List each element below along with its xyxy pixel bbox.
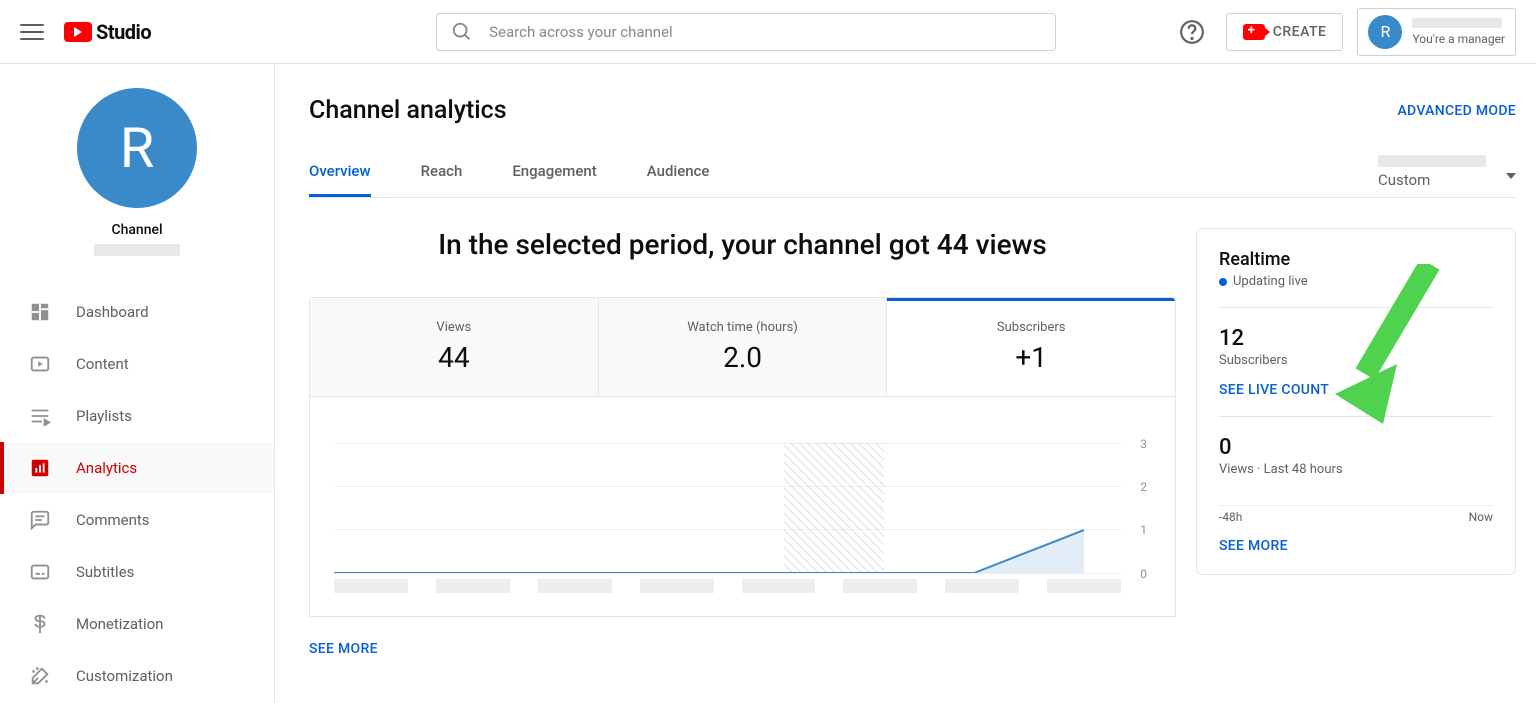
search-placeholder: Search across your channel	[489, 23, 673, 41]
sidebar-item-subtitles[interactable]: Subtitles	[0, 546, 274, 598]
sidebar-item-playlists[interactable]: Playlists	[0, 390, 274, 442]
sidebar-item-analytics[interactable]: Analytics	[0, 442, 274, 494]
analytics-tabs: Overview Reach Engagement Audience	[309, 162, 709, 197]
avatar: R	[1368, 15, 1402, 49]
tab-engagement[interactable]: Engagement	[512, 162, 596, 197]
see-more-link[interactable]: SEE MORE	[309, 641, 378, 657]
metric-subscribers[interactable]: Subscribers +1	[887, 298, 1175, 396]
ytick: 2	[1140, 480, 1147, 494]
studio-logo[interactable]: Studio	[64, 20, 151, 44]
date-range-picker[interactable]: Custom	[1378, 155, 1516, 197]
advanced-mode-link[interactable]: ADVANCED MODE	[1397, 103, 1516, 119]
chart-x-labels	[334, 579, 1121, 593]
create-button[interactable]: CREATE	[1226, 13, 1344, 51]
sidebar-item-content[interactable]: Content	[0, 338, 274, 390]
manager-label: You're a manager	[1412, 32, 1505, 46]
sidebar-item-customization[interactable]: Customization	[0, 650, 274, 702]
analytics-icon	[28, 456, 52, 480]
search-input[interactable]: Search across your channel	[436, 13, 1056, 51]
dashboard-icon	[28, 300, 52, 324]
sidebar-item-label: Dashboard	[76, 303, 149, 321]
realtime-sparkline: -48h Now	[1219, 505, 1493, 524]
account-name-redacted	[1412, 18, 1502, 28]
ytick: 3	[1140, 437, 1147, 451]
tab-reach[interactable]: Reach	[421, 162, 463, 197]
sidebar-item-dashboard[interactable]: Dashboard	[0, 286, 274, 338]
app-header: Studio Search across your channel CREATE…	[0, 0, 1536, 64]
youtube-icon	[64, 22, 92, 42]
tab-audience[interactable]: Audience	[647, 162, 710, 197]
ytick: 1	[1140, 523, 1147, 537]
main-content: Channel analytics ADVANCED MODE Overview…	[275, 64, 1536, 703]
subtitles-icon	[28, 560, 52, 584]
sidebar-item-label: Monetization	[76, 615, 163, 633]
sidebar-item-label: Subtitles	[76, 563, 134, 581]
logo-text: Studio	[96, 20, 151, 44]
realtime-title: Realtime	[1219, 249, 1493, 270]
metric-value: 44	[310, 341, 598, 374]
metric-cards: Views 44 Watch time (hours) 2.0 Subscrib…	[309, 297, 1176, 397]
chart-line	[334, 443, 1084, 573]
create-label: CREATE	[1273, 24, 1327, 40]
channel-label: Channel	[0, 222, 274, 238]
metric-label: Subscribers	[887, 320, 1175, 335]
help-icon[interactable]	[1172, 12, 1212, 52]
metric-value: 2.0	[599, 341, 887, 374]
sidebar-item-label: Playlists	[76, 407, 132, 425]
playlists-icon	[28, 404, 52, 428]
date-range-label: Custom	[1378, 171, 1430, 189]
spark-start: -48h	[1219, 510, 1242, 524]
realtime-updating: Updating live	[1219, 274, 1493, 289]
metric-value: +1	[887, 341, 1175, 374]
customization-icon	[28, 664, 52, 688]
date-range-redacted	[1378, 155, 1486, 167]
live-dot-icon	[1219, 278, 1227, 286]
channel-name-redacted	[94, 244, 180, 256]
page-title: Channel analytics	[309, 96, 507, 125]
metric-label: Watch time (hours)	[599, 320, 887, 335]
account-switcher[interactable]: R You're a manager	[1357, 8, 1516, 56]
overview-headline: In the selected period, your channel got…	[309, 228, 1176, 261]
realtime-card: Realtime Updating live 12 Subscribers SE…	[1196, 228, 1516, 575]
tab-overview[interactable]: Overview	[309, 162, 371, 197]
sidebar-item-label: Analytics	[76, 459, 137, 477]
sidebar-item-monetization[interactable]: Monetization	[0, 598, 274, 650]
sidebar-item-label: Comments	[76, 511, 150, 529]
channel-avatar[interactable]: R	[77, 88, 197, 208]
realtime-views-label: Views · Last 48 hours	[1219, 462, 1493, 477]
metric-views[interactable]: Views 44	[310, 298, 599, 396]
sidebar-item-label: Content	[76, 355, 129, 373]
sidebar-item-comments[interactable]: Comments	[0, 494, 274, 546]
sidebar-nav: Dashboard Content Playlists Analytics Co…	[0, 286, 274, 702]
realtime-subs-value: 12	[1219, 326, 1493, 351]
ytick: 0	[1140, 567, 1147, 581]
hamburger-menu-icon[interactable]	[20, 20, 44, 44]
content-icon	[28, 352, 52, 376]
search-icon	[451, 21, 473, 43]
spark-end: Now	[1469, 510, 1493, 524]
create-video-icon	[1243, 24, 1265, 40]
realtime-views-value: 0	[1219, 435, 1493, 460]
monetization-icon	[28, 612, 52, 636]
see-live-count-link[interactable]: SEE LIVE COUNT	[1219, 382, 1329, 398]
subscribers-chart: 3 2 1 0	[309, 397, 1176, 617]
realtime-see-more-link[interactable]: SEE MORE	[1219, 538, 1288, 554]
sidebar-item-label: Customization	[76, 667, 173, 685]
realtime-subs-label: Subscribers	[1219, 353, 1493, 368]
sidebar: R Channel Dashboard Content Playlists An…	[0, 64, 275, 703]
metric-label: Views	[310, 320, 598, 335]
comments-icon	[28, 508, 52, 532]
metric-watchtime[interactable]: Watch time (hours) 2.0	[599, 298, 888, 396]
